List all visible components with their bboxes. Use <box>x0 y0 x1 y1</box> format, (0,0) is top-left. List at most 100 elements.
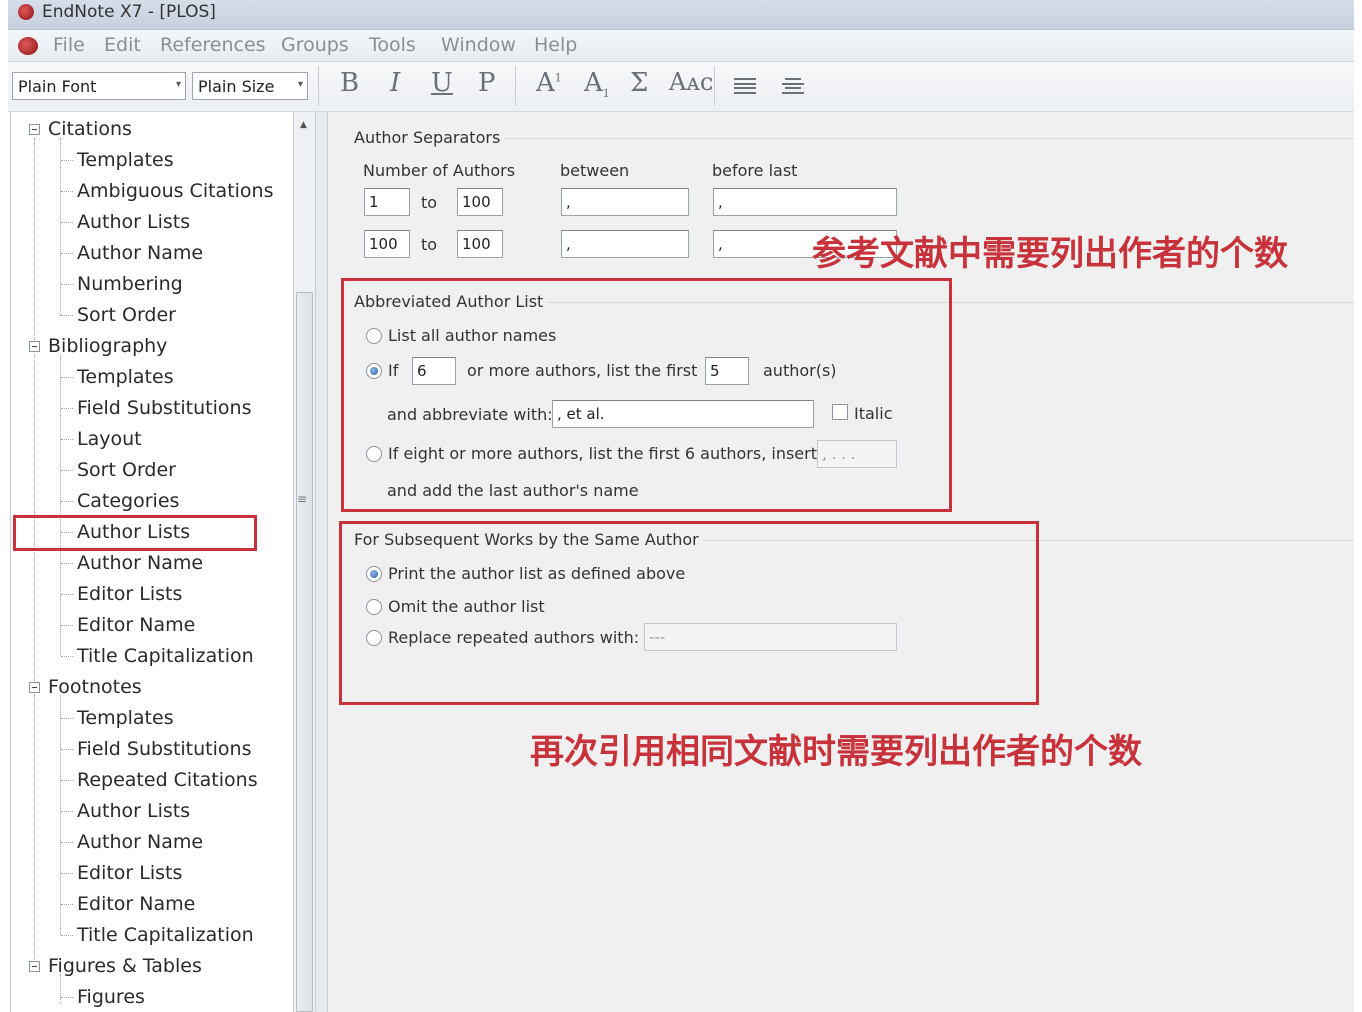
tree-scrollbar[interactable]: ▲ ≡ <box>294 112 316 1012</box>
tree-item-bibliography-editor-name[interactable]: Editor Name <box>77 614 195 636</box>
tree-group-figures-tables[interactable]: Figures & Tables <box>48 955 202 977</box>
italic-button[interactable]: I <box>390 68 400 98</box>
tree-connector <box>61 873 73 874</box>
tree-connector <box>61 997 73 998</box>
align-center-icon[interactable] <box>782 78 804 94</box>
menu-groups[interactable]: Groups <box>281 34 349 56</box>
tree-connector <box>61 439 73 440</box>
row1-from-field[interactable]: 1 <box>364 188 410 216</box>
tree-item-figures[interactable]: Figures <box>77 986 145 1008</box>
tree-item-footnotes-author-lists[interactable]: Author Lists <box>77 800 190 822</box>
tree-group-footnotes[interactable]: Footnotes <box>48 676 142 698</box>
annotation-bottom: 再次引用相同文献时需要列出作者的个数 <box>530 732 1142 772</box>
tree-item-bibliography-field-substitutions[interactable]: Field Substitutions <box>77 397 251 419</box>
superscript-mark: 1 <box>554 71 562 85</box>
tree-group-citations[interactable]: Citations <box>48 118 132 140</box>
small-caps-button[interactable]: Aᴀᴄ <box>669 68 713 96</box>
row1-to-field[interactable]: 100 <box>457 188 503 216</box>
tree-connector <box>61 718 73 719</box>
tree-connector <box>34 694 35 966</box>
tree-connector <box>61 191 73 192</box>
row2-from-field[interactable]: 100 <box>364 230 410 258</box>
menu-window[interactable]: Window <box>441 34 516 56</box>
collapse-icon[interactable] <box>29 124 40 135</box>
tree-connector <box>61 625 73 626</box>
menu-bar: File Edit References Groups Tools Window… <box>8 30 1354 62</box>
tree-item-footnotes-editor-lists[interactable]: Editor Lists <box>77 862 182 884</box>
tree-item-footnotes-templates[interactable]: Templates <box>77 707 174 729</box>
tree-item-repeated-citations[interactable]: Repeated Citations <box>77 769 258 791</box>
style-sections-tree: Citations Templates Ambiguous Citations … <box>10 112 294 1012</box>
tree-item-ambiguous-citations[interactable]: Ambiguous Citations <box>77 180 274 202</box>
title-bar: EndNote X7 - [PLOS] <box>8 0 1354 30</box>
format-toolbar: Plain Font ▾ Plain Size ▾ B I U P A1 A1 … <box>8 62 1354 112</box>
superscript-button[interactable]: A1 <box>536 68 562 98</box>
underline-button[interactable]: U <box>431 68 453 98</box>
tree-connector <box>61 780 73 781</box>
tree-connector <box>61 315 73 316</box>
menu-file[interactable]: File <box>53 34 85 56</box>
tree-item-footnotes-author-name[interactable]: Author Name <box>77 831 203 853</box>
grip-icon: ≡ <box>297 492 308 506</box>
font-select-value: Plain Font <box>18 77 97 96</box>
tree-connector <box>61 594 73 595</box>
symbol-button[interactable]: Σ <box>630 68 648 98</box>
tree-connector <box>61 811 73 812</box>
collapse-icon[interactable] <box>29 961 40 972</box>
row2-to-field[interactable]: 100 <box>457 230 503 258</box>
row1-between-field[interactable]: , <box>561 188 689 216</box>
to-label: to <box>421 193 438 212</box>
bold-button[interactable]: B <box>340 68 359 98</box>
toolbar-divider <box>714 66 715 106</box>
subsequent-works-highlight <box>339 521 1039 705</box>
endnote-menu-icon[interactable] <box>18 37 38 55</box>
scroll-up-arrow-icon[interactable]: ▲ <box>300 120 307 130</box>
abbreviated-list-highlight <box>341 278 952 512</box>
tree-item-footnotes-editor-name[interactable]: Editor Name <box>77 893 195 915</box>
size-select[interactable]: Plain Size ▾ <box>192 72 308 100</box>
tree-connector <box>61 563 73 564</box>
font-select[interactable]: Plain Font ▾ <box>12 72 186 100</box>
chevron-down-icon: ▾ <box>297 79 303 90</box>
to-label: to <box>421 235 438 254</box>
menu-help[interactable]: Help <box>534 34 577 56</box>
size-select-value: Plain Size <box>198 77 275 96</box>
tree-connector <box>61 501 73 502</box>
row1-before-last-field[interactable]: , <box>713 188 897 216</box>
align-left-icon[interactable] <box>734 78 756 94</box>
tree-item-bibliography-editor-lists[interactable]: Editor Lists <box>77 583 182 605</box>
pane-splitter[interactable] <box>316 112 328 1012</box>
tree-item-bibliography-title-capitalization[interactable]: Title Capitalization <box>77 645 254 667</box>
menu-edit[interactable]: Edit <box>104 34 141 56</box>
tree-group-bibliography[interactable]: Bibliography <box>48 335 167 357</box>
subscript-button[interactable]: A1 <box>584 68 610 100</box>
collapse-icon[interactable] <box>29 341 40 352</box>
collapse-icon[interactable] <box>29 682 40 693</box>
tree-item-layout[interactable]: Layout <box>77 428 142 450</box>
tree-item-numbering[interactable]: Numbering <box>77 273 183 295</box>
tree-item-bibliography-sort-order[interactable]: Sort Order <box>77 459 176 481</box>
tree-connector <box>60 695 61 935</box>
row2-between-field[interactable]: , <box>561 230 689 258</box>
tree-item-citations-author-name[interactable]: Author Name <box>77 242 203 264</box>
tree-item-bibliography-templates[interactable]: Templates <box>77 366 174 388</box>
tree-item-categories[interactable]: Categories <box>77 490 179 512</box>
menu-references[interactable]: References <box>160 34 266 56</box>
tree-item-citations-author-lists[interactable]: Author Lists <box>77 211 190 233</box>
plain-button[interactable]: P <box>478 68 496 98</box>
tree-item-footnotes-title-capitalization[interactable]: Title Capitalization <box>77 924 254 946</box>
tree-connector <box>61 284 73 285</box>
tree-connector <box>60 974 61 1004</box>
tree-connector <box>61 842 73 843</box>
endnote-app-icon <box>18 4 34 20</box>
tree-item-citations-templates[interactable]: Templates <box>77 149 174 171</box>
scrollbar-thumb[interactable] <box>296 292 313 1012</box>
tree-connector <box>61 935 73 936</box>
tree-item-footnotes-field-substitutions[interactable]: Field Substitutions <box>77 738 251 760</box>
tree-item-bibliography-author-name[interactable]: Author Name <box>77 552 203 574</box>
subscript-mark: 1 <box>602 87 610 101</box>
tree-connector <box>60 355 61 656</box>
tree-item-citations-sort-order[interactable]: Sort Order <box>77 304 176 326</box>
tree-connector <box>61 749 73 750</box>
menu-tools[interactable]: Tools <box>369 34 416 56</box>
